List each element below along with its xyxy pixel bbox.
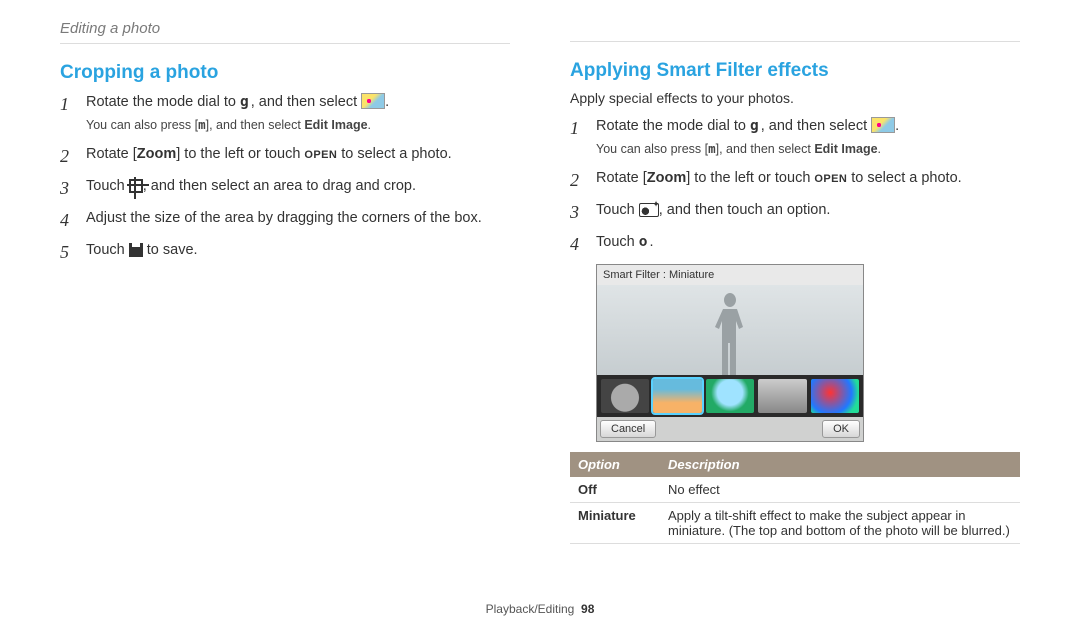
table-row: Off No effect: [570, 477, 1020, 503]
filter-thumb[interactable]: [811, 379, 859, 413]
save-icon: [129, 243, 143, 257]
menu-button-icon: m: [198, 117, 206, 132]
step-1: Rotate the mode dial to g, and then sele…: [60, 92, 510, 134]
ok-glyph: o: [639, 234, 650, 250]
ok-button[interactable]: OK: [822, 420, 860, 438]
step-1: Rotate the mode dial to g, and then sele…: [570, 116, 1020, 158]
step-5: Touch to save.: [60, 240, 510, 262]
options-table: Option Description Off No effect Miniatu…: [570, 452, 1020, 544]
filter-thumb[interactable]: [601, 379, 649, 413]
edit-image-icon: [871, 117, 895, 133]
heading-cropping: Cropping a photo: [60, 62, 510, 84]
step-3: Touch , and then touch an option.: [570, 200, 1020, 222]
menu-button-icon: m: [708, 141, 716, 156]
mode-dial-g: g: [240, 94, 251, 110]
edit-image-icon: [361, 93, 385, 109]
filter-filmstrip: [597, 375, 863, 417]
step-3: Touch , and then select an area to drag …: [60, 176, 510, 198]
filter-thumb-selected[interactable]: [653, 379, 701, 413]
note: You can also press [m], and then select …: [596, 140, 1020, 159]
crop-icon: [129, 179, 143, 193]
note: You can also press [m], and then select …: [86, 116, 510, 135]
filter-thumb[interactable]: [706, 379, 754, 413]
screenshot-label: Smart Filter : Miniature: [597, 265, 863, 285]
step-2: Rotate [Zoom] to the left or touch OPEN …: [60, 144, 510, 166]
intro-text: Apply special effects to your photos.: [570, 90, 1020, 106]
table-row: Miniature Apply a tilt-shift effect to m…: [570, 502, 1020, 543]
silhouette-icon: [710, 293, 750, 375]
step-2: Rotate [Zoom] to the left or touch OPEN …: [570, 168, 1020, 190]
divider: [570, 41, 1020, 42]
smart-filter-icon: [639, 203, 659, 217]
cancel-button[interactable]: Cancel: [600, 420, 656, 438]
screenshot-smart-filter: Smart Filter : Miniature Cancel OK: [596, 264, 864, 442]
th-description: Description: [660, 452, 1020, 477]
step-4: Adjust the size of the area by dragging …: [60, 208, 510, 230]
heading-smart-filter: Applying Smart Filter effects: [570, 60, 1020, 82]
breadcrumb: Editing a photo: [60, 20, 510, 37]
step-4: Touch o.: [570, 232, 1020, 254]
screenshot-preview: [597, 285, 863, 375]
mode-dial-g: g: [750, 118, 761, 134]
footer: Playback/Editing 98: [0, 602, 1080, 616]
th-option: Option: [570, 452, 660, 477]
filter-thumb[interactable]: [758, 379, 806, 413]
divider: [60, 43, 510, 44]
